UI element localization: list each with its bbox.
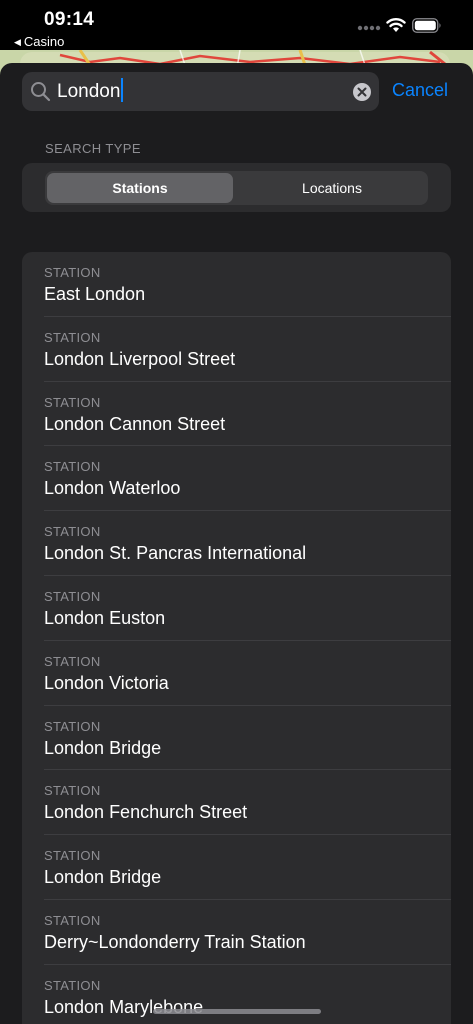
result-name: London St. Pancras International xyxy=(44,543,307,564)
cellular-signal-icon xyxy=(357,25,381,31)
list-item[interactable]: STATION London Bridge xyxy=(22,706,451,771)
result-kind: STATION xyxy=(44,265,101,280)
app-screen: 09:14 ◀ Casino London Cancel SEARCH TYPE… xyxy=(0,0,473,1024)
result-kind: STATION xyxy=(44,848,101,864)
list-item[interactable]: STATION London Marylebone xyxy=(22,965,451,1024)
result-kind: STATION xyxy=(44,718,101,734)
list-item[interactable]: STATION London Bridge xyxy=(22,835,451,900)
result-kind: STATION xyxy=(44,459,101,475)
home-indicator[interactable] xyxy=(153,1009,321,1014)
text-caret xyxy=(121,78,124,102)
result-name: London Bridge xyxy=(44,737,162,758)
search-input[interactable]: London xyxy=(57,72,124,111)
magnifying-glass-icon xyxy=(31,82,51,102)
search-type-segmented-control: Stations Locations xyxy=(45,171,428,205)
cancel-button[interactable]: Cancel xyxy=(392,80,448,101)
status-bar: 09:14 ◀ Casino xyxy=(0,0,473,52)
list-item[interactable]: STATION London St. Pancras International xyxy=(22,511,451,576)
result-name: East London xyxy=(44,284,146,304)
segment-locations[interactable]: Locations xyxy=(238,173,426,203)
list-item[interactable]: STATION London Cannon Street xyxy=(22,382,451,447)
result-name: London Waterloo xyxy=(44,478,181,499)
result-kind: STATION xyxy=(44,588,101,604)
result-kind: STATION xyxy=(44,912,101,928)
search-input-value: London xyxy=(57,81,121,102)
list-item[interactable]: STATION London Liverpool Street xyxy=(22,317,451,382)
back-to-app-link[interactable]: ◀ Casino xyxy=(14,34,64,49)
result-name: London Marylebone xyxy=(44,996,204,1017)
result-name: Derry~Londonderry Train Station xyxy=(44,931,306,952)
list-item[interactable]: STATION East London xyxy=(22,252,451,317)
search-type-label: SEARCH TYPE xyxy=(45,141,141,156)
result-name: London Fenchurch Street xyxy=(44,802,248,823)
result-kind: STATION xyxy=(44,783,101,799)
search-field[interactable]: London xyxy=(22,72,379,111)
result-name: London Cannon Street xyxy=(44,413,226,434)
segment-stations[interactable]: Stations xyxy=(47,173,233,203)
result-name: London Euston xyxy=(44,607,166,628)
list-item[interactable]: STATION London Euston xyxy=(22,576,451,641)
result-name: London Liverpool Street xyxy=(44,348,236,369)
list-item[interactable]: STATION London Victoria xyxy=(22,641,451,706)
search-sheet: London Cancel SEARCH TYPE Stations Locat… xyxy=(0,63,473,1024)
result-kind: STATION xyxy=(44,653,101,669)
wifi-icon xyxy=(386,18,406,32)
back-triangle-icon: ◀ xyxy=(14,37,21,47)
list-item[interactable]: STATION London Waterloo xyxy=(22,446,451,511)
result-kind: STATION xyxy=(44,329,101,345)
status-time: 09:14 xyxy=(44,9,95,30)
list-item[interactable]: STATION London Fenchurch Street xyxy=(22,770,451,835)
result-name: London Bridge xyxy=(44,867,162,888)
result-kind: STATION xyxy=(44,524,101,540)
result-kind: STATION xyxy=(44,977,101,993)
back-app-label: Casino xyxy=(23,34,65,49)
result-kind: STATION xyxy=(44,394,101,410)
list-item[interactable]: STATION Derry~Londonderry Train Station xyxy=(22,900,451,965)
results-list: STATION East London STATION London Liver… xyxy=(22,252,451,1024)
search-type-card: Stations Locations xyxy=(22,163,451,212)
battery-icon xyxy=(412,18,441,33)
result-name: London Victoria xyxy=(44,672,169,693)
x-circle-icon[interactable] xyxy=(353,83,371,101)
